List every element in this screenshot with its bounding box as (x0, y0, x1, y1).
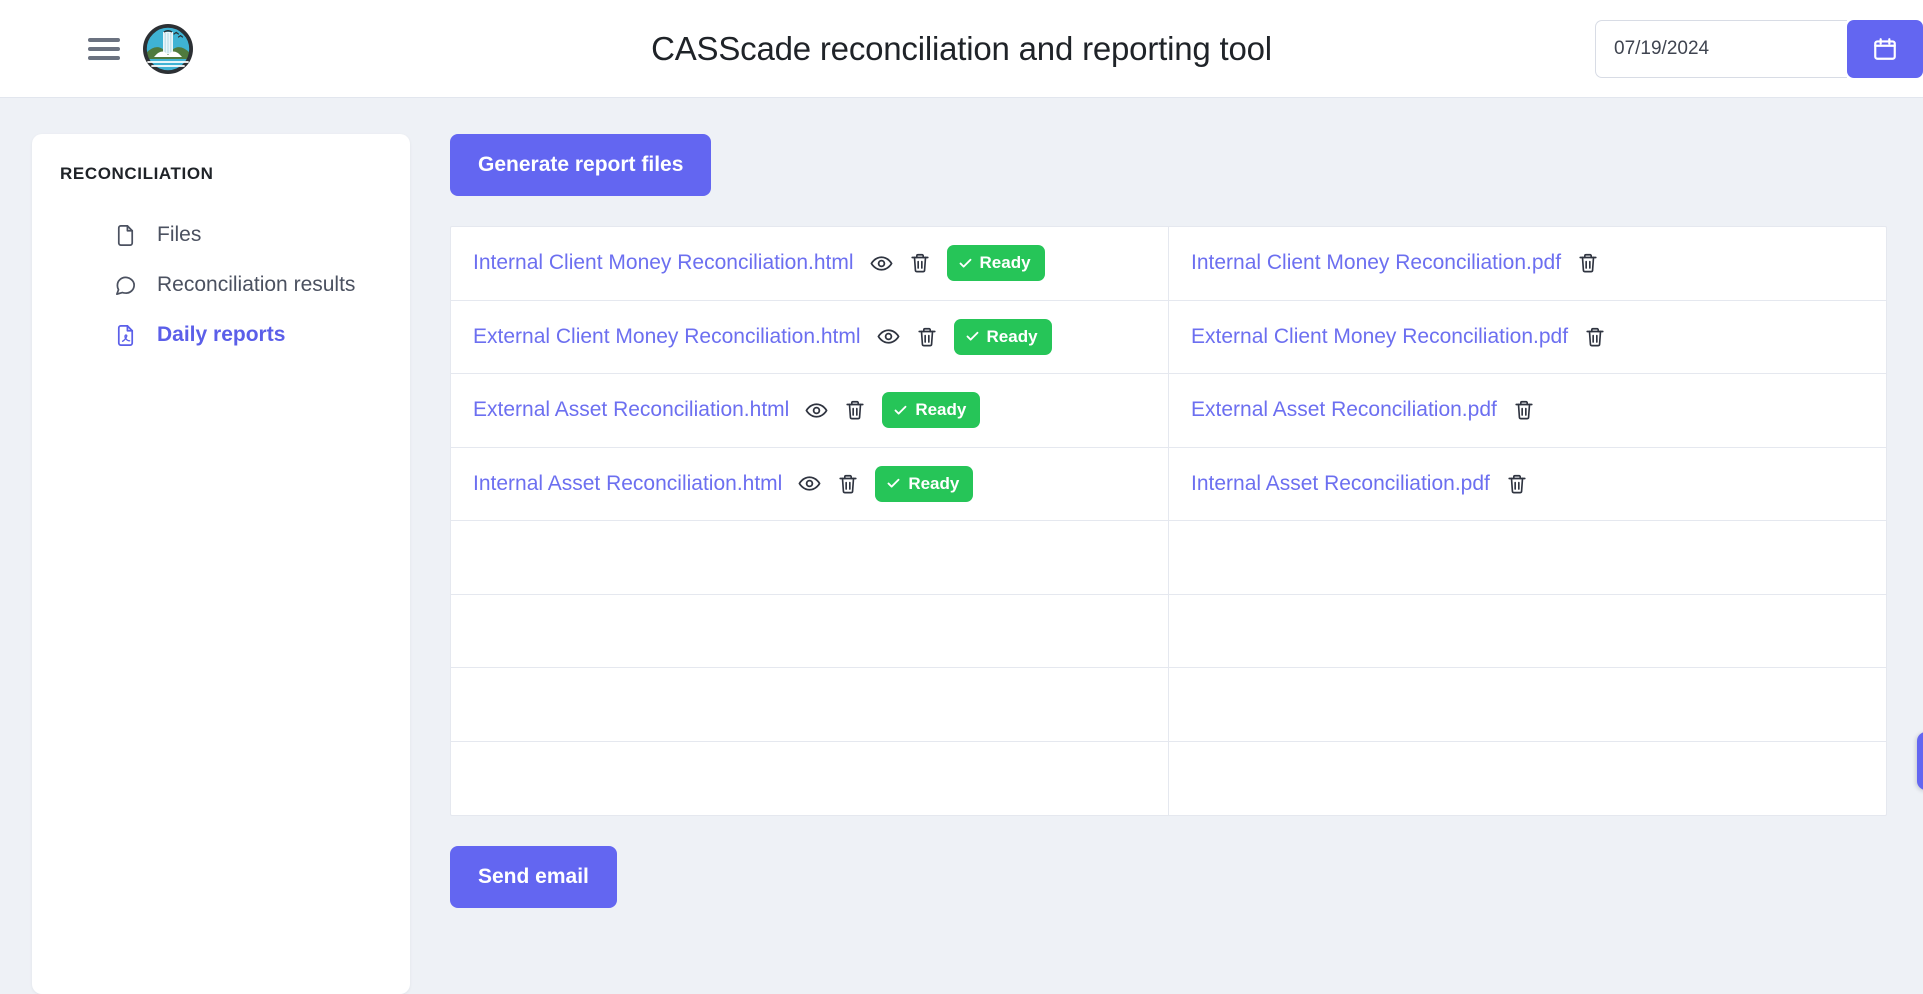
trash-icon (1513, 399, 1535, 421)
table-cell-pdf: External Client Money Reconciliation.pdf (1169, 301, 1886, 374)
table-cell-pdf: Internal Asset Reconciliation.pdf (1169, 448, 1886, 521)
status-badge-label: Ready (915, 400, 966, 420)
view-file-button[interactable] (877, 325, 900, 348)
table-row: External Asset Reconciliation.htmlReadyE… (451, 374, 1886, 448)
eye-icon (798, 472, 821, 495)
status-badge: Ready (882, 392, 980, 428)
app-header: CASScade reconciliation and reporting to… (0, 0, 1923, 98)
date-input[interactable] (1595, 20, 1847, 78)
delete-html-file-button[interactable] (916, 326, 938, 348)
date-picker-group (1595, 20, 1923, 78)
table-cell-html: Internal Asset Reconciliation.html Ready (451, 448, 1169, 521)
html-file-link[interactable]: External Asset Reconciliation.html (473, 398, 789, 422)
sidebar-title: RECONCILIATION (32, 164, 410, 184)
eye-icon (805, 399, 828, 422)
view-file-button[interactable] (870, 252, 893, 275)
sidebar-item-label: Daily reports (157, 323, 285, 347)
table-cell-pdf (1169, 668, 1886, 741)
table-row: Internal Client Money Reconciliation.htm… (451, 227, 1886, 301)
status-badge: Ready (875, 466, 973, 502)
status-badge-label: Ready (980, 253, 1031, 273)
send-email-wrap: Send email (450, 846, 1877, 908)
table-row: Internal Asset Reconciliation.htmlReadyI… (451, 448, 1886, 522)
calendar-icon (1872, 36, 1898, 62)
table-cell-html: External Client Money Reconciliation.htm… (451, 301, 1169, 374)
trash-icon (1577, 252, 1599, 274)
cascade-waterfall-logo[interactable] (142, 23, 194, 75)
delete-pdf-file-button[interactable] (1513, 399, 1535, 421)
check-icon (965, 329, 980, 344)
trash-icon (1506, 473, 1528, 495)
table-cell-html (451, 521, 1169, 594)
sidebar-item-reconciliation-results[interactable]: Reconciliation results (32, 260, 410, 310)
trash-icon (837, 473, 859, 495)
cascade-waterfall-logo-svg (142, 23, 194, 75)
delete-pdf-file-button[interactable] (1506, 473, 1528, 495)
table-cell-html (451, 595, 1169, 668)
sidebar-item-daily-reports[interactable]: Daily reports (32, 310, 410, 360)
view-file-button[interactable] (798, 472, 821, 495)
table-row (451, 668, 1886, 742)
table-cell-html (451, 742, 1169, 816)
trash-icon (844, 399, 866, 421)
main-content: Generate report files Internal Client Mo… (410, 134, 1923, 994)
sidebar: RECONCILIATION Files Reconciliation resu… (32, 134, 410, 994)
hamburger-menu-icon[interactable] (88, 38, 120, 60)
delete-pdf-file-button[interactable] (1577, 252, 1599, 274)
table-row (451, 521, 1886, 595)
status-badge: Ready (947, 245, 1045, 281)
settings-tab-button[interactable] (1917, 732, 1923, 790)
table-row (451, 595, 1886, 669)
pdf-file-link[interactable]: Internal Client Money Reconciliation.pdf (1191, 251, 1561, 275)
table-cell-pdf (1169, 595, 1886, 668)
status-badge-label: Ready (908, 474, 959, 494)
pdf-file-link[interactable]: External Client Money Reconciliation.pdf (1191, 325, 1568, 349)
calendar-button[interactable] (1847, 20, 1923, 78)
file-icon (114, 224, 137, 247)
pdf-file-link[interactable]: Internal Asset Reconciliation.pdf (1191, 472, 1490, 496)
table-cell-pdf (1169, 742, 1886, 816)
delete-html-file-button[interactable] (837, 473, 859, 495)
chat-bubble-icon (114, 274, 137, 297)
generate-report-files-button[interactable]: Generate report files (450, 134, 711, 196)
page-body: RECONCILIATION Files Reconciliation resu… (0, 98, 1923, 994)
view-file-button[interactable] (805, 399, 828, 422)
check-icon (893, 403, 908, 418)
delete-html-file-button[interactable] (909, 252, 931, 274)
table-cell-html: Internal Client Money Reconciliation.htm… (451, 227, 1169, 300)
table-cell-html (451, 668, 1169, 741)
html-file-link[interactable]: External Client Money Reconciliation.htm… (473, 325, 861, 349)
sidebar-item-label: Files (157, 223, 201, 247)
delete-pdf-file-button[interactable] (1584, 326, 1606, 348)
status-badge-label: Ready (987, 327, 1038, 347)
html-file-link[interactable]: Internal Client Money Reconciliation.htm… (473, 251, 854, 275)
check-icon (886, 476, 901, 491)
delete-html-file-button[interactable] (844, 399, 866, 421)
check-icon (958, 256, 973, 271)
send-email-button[interactable]: Send email (450, 846, 617, 908)
file-pdf-icon (114, 324, 137, 347)
eye-icon (877, 325, 900, 348)
table-cell-pdf: External Asset Reconciliation.pdf (1169, 374, 1886, 447)
table-cell-html: External Asset Reconciliation.html Ready (451, 374, 1169, 447)
eye-icon (870, 252, 893, 275)
sidebar-item-files[interactable]: Files (32, 210, 410, 260)
table-row: External Client Money Reconciliation.htm… (451, 301, 1886, 375)
sidebar-item-label: Reconciliation results (157, 273, 355, 297)
status-badge: Ready (954, 319, 1052, 355)
trash-icon (1584, 326, 1606, 348)
pdf-file-link[interactable]: External Asset Reconciliation.pdf (1191, 398, 1497, 422)
reports-table: Internal Client Money Reconciliation.htm… (450, 226, 1887, 816)
trash-icon (909, 252, 931, 274)
trash-icon (916, 326, 938, 348)
table-cell-pdf: Internal Client Money Reconciliation.pdf (1169, 227, 1886, 300)
header-left-group (0, 23, 194, 75)
table-row (451, 742, 1886, 816)
html-file-link[interactable]: Internal Asset Reconciliation.html (473, 472, 782, 496)
table-cell-pdf (1169, 521, 1886, 594)
